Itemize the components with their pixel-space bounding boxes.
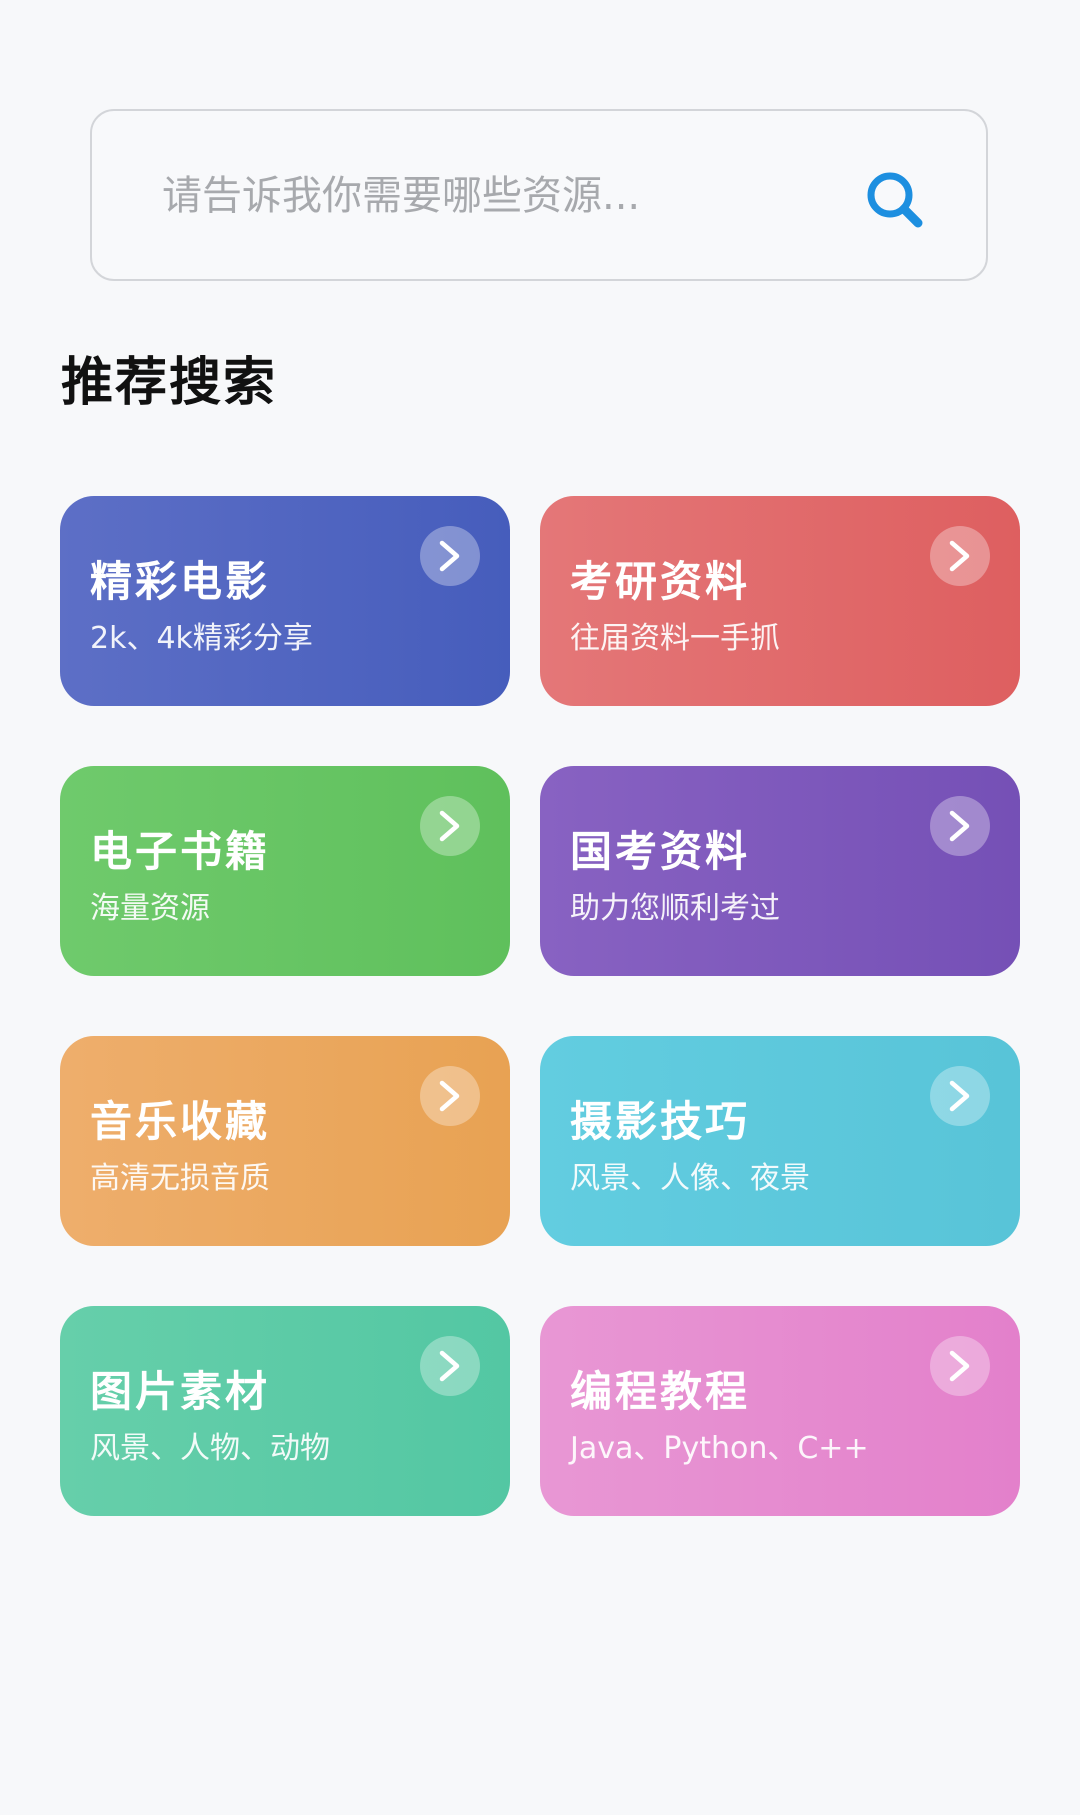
card-subtitle: 风景、人像、夜景 — [570, 1161, 810, 1196]
card-ebooks[interactable]: 电子书籍 海量资源 — [60, 766, 510, 976]
card-subtitle: 高清无损音质 — [90, 1161, 270, 1196]
card-title: 电子书籍 — [90, 827, 271, 876]
card-subtitle: 2k、4k精彩分享 — [90, 621, 313, 656]
search-icon[interactable] — [860, 165, 930, 235]
section-title: 推荐搜索 — [61, 353, 278, 413]
search-box — [90, 109, 988, 281]
card-title: 考研资料 — [570, 557, 751, 606]
chevron-right-icon — [420, 1066, 480, 1126]
card-title: 精彩电影 — [90, 557, 271, 606]
card-subtitle: 助力您顺利考过 — [570, 891, 780, 926]
chevron-right-icon — [420, 796, 480, 856]
card-civil-service-materials[interactable]: 国考资料 助力您顺利考过 — [540, 766, 1020, 976]
chevron-right-icon — [420, 1336, 480, 1396]
card-title: 音乐收藏 — [90, 1097, 271, 1146]
chevron-right-icon — [930, 1066, 990, 1126]
card-music[interactable]: 音乐收藏 高清无损音质 — [60, 1036, 510, 1246]
card-subtitle: 风景、人物、动物 — [90, 1431, 330, 1466]
card-title: 国考资料 — [570, 827, 751, 876]
chevron-right-icon — [930, 526, 990, 586]
chevron-right-icon — [420, 526, 480, 586]
card-subtitle: 海量资源 — [90, 891, 210, 926]
chevron-right-icon — [930, 1336, 990, 1396]
card-subtitle: 往届资料一手抓 — [570, 621, 780, 656]
chevron-right-icon — [930, 796, 990, 856]
card-title: 图片素材 — [90, 1367, 271, 1416]
search-input[interactable] — [162, 151, 842, 241]
card-exam-materials[interactable]: 考研资料 往届资料一手抓 — [540, 496, 1020, 706]
card-title: 摄影技巧 — [570, 1097, 751, 1146]
card-photography[interactable]: 摄影技巧 风景、人像、夜景 — [540, 1036, 1020, 1246]
card-movies[interactable]: 精彩电影 2k、4k精彩分享 — [60, 496, 510, 706]
card-subtitle: Java、Python、C++ — [570, 1431, 869, 1466]
card-image-assets[interactable]: 图片素材 风景、人物、动物 — [60, 1306, 510, 1516]
card-programming-tutorials[interactable]: 编程教程 Java、Python、C++ — [540, 1306, 1020, 1516]
card-title: 编程教程 — [570, 1367, 751, 1416]
